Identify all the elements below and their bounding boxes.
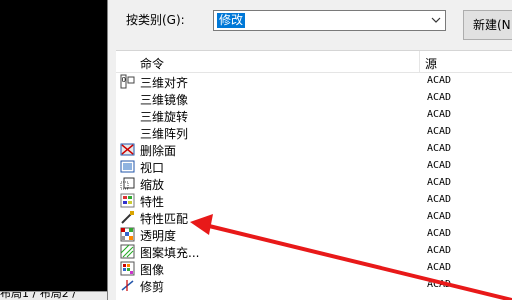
drawing-area[interactable] <box>0 0 107 300</box>
command-source: ACAD <box>427 143 452 154</box>
category-selected-value: 修改 <box>217 13 246 28</box>
list-header: 命令 源 <box>116 51 512 73</box>
command-source: ACAD <box>427 262 452 273</box>
command-row[interactable]: 特性匹配 ACAD <box>116 209 512 226</box>
column-header-source[interactable]: 源 <box>425 55 437 72</box>
column-divider[interactable] <box>419 51 420 73</box>
command-row[interactable]: 图案填充... ACAD <box>116 243 512 260</box>
command-source: ACAD <box>427 126 452 137</box>
command-source: ACAD <box>427 279 452 290</box>
command-row[interactable]: 修剪 ACAD <box>116 277 512 294</box>
command-source: ACAD <box>427 177 452 188</box>
svg-text:0: 0 <box>122 76 126 84</box>
command-row[interactable]: 透明度 ACAD <box>116 226 512 243</box>
command-row[interactable]: 三维阵列 ACAD <box>116 124 512 141</box>
command-name: 三维阵列 <box>140 127 189 141</box>
command-name: 删除面 <box>140 144 177 158</box>
customize-dialog: 按类别(G): 修改 新建(N 命令 源 0 三维对齐 ACAD 三维镜像 ACAD 三维… <box>107 0 512 300</box>
properties-icon <box>120 193 135 208</box>
command-row[interactable]: 三维旋转 ACAD <box>116 107 512 124</box>
command-name: 修剪 <box>140 280 165 294</box>
chevron-down-icon <box>431 17 441 23</box>
command-row[interactable]: 特性 ACAD <box>116 192 512 209</box>
command-row[interactable]: 删除面 ACAD <box>116 141 512 158</box>
3d-align-icon: 0 <box>120 74 135 89</box>
layout-tabs[interactable]: 布局1 / 布局2 / <box>0 291 107 300</box>
command-row[interactable]: 缩放 ACAD <box>116 175 512 192</box>
command-name: 缩放 <box>140 178 165 192</box>
command-name: 三维镜像 <box>140 93 189 107</box>
delete-face-icon <box>120 143 135 156</box>
command-name: 三维对齐 <box>140 76 189 90</box>
command-name: 三维旋转 <box>140 110 189 124</box>
viewport-icon <box>120 160 135 173</box>
command-source: ACAD <box>427 92 452 103</box>
transparency-icon <box>120 227 135 242</box>
command-row[interactable]: 图像 ACAD <box>116 260 512 277</box>
image-icon <box>120 261 135 276</box>
command-row[interactable]: 视口 ACAD <box>116 158 512 175</box>
command-list[interactable]: 命令 源 0 三维对齐 ACAD 三维镜像 ACAD 三维旋转 ACAD 三维阵列 ACAD 删除… <box>116 50 512 300</box>
new-button-label: 新建(N <box>473 18 511 32</box>
command-source: ACAD <box>427 211 452 222</box>
command-source: ACAD <box>427 160 452 171</box>
trim-icon <box>121 280 134 291</box>
layout-tab-label[interactable]: 布局1 / 布局2 / <box>0 292 76 300</box>
command-name: 特性匹配 <box>140 212 189 226</box>
new-button[interactable]: 新建(N <box>463 10 512 40</box>
scale-icon <box>120 177 135 190</box>
command-source: ACAD <box>427 245 452 256</box>
command-source: ACAD <box>427 194 452 205</box>
category-label: 按类别(G): <box>126 13 185 27</box>
match-properties-icon <box>121 211 134 224</box>
hatch-icon <box>120 244 135 259</box>
command-name: 特性 <box>140 195 165 209</box>
category-select[interactable]: 修改 <box>213 10 446 31</box>
command-source: ACAD <box>427 75 452 86</box>
command-name: 视口 <box>140 161 165 175</box>
command-name: 图像 <box>140 263 165 277</box>
command-row[interactable]: 三维镜像 ACAD <box>116 90 512 107</box>
command-source: ACAD <box>427 228 452 239</box>
command-row[interactable]: 0 三维对齐 ACAD <box>116 73 512 90</box>
command-name: 图案填充... <box>140 246 200 260</box>
command-name: 透明度 <box>140 229 177 243</box>
command-source: ACAD <box>427 109 452 120</box>
column-header-command[interactable]: 命令 <box>140 55 164 72</box>
